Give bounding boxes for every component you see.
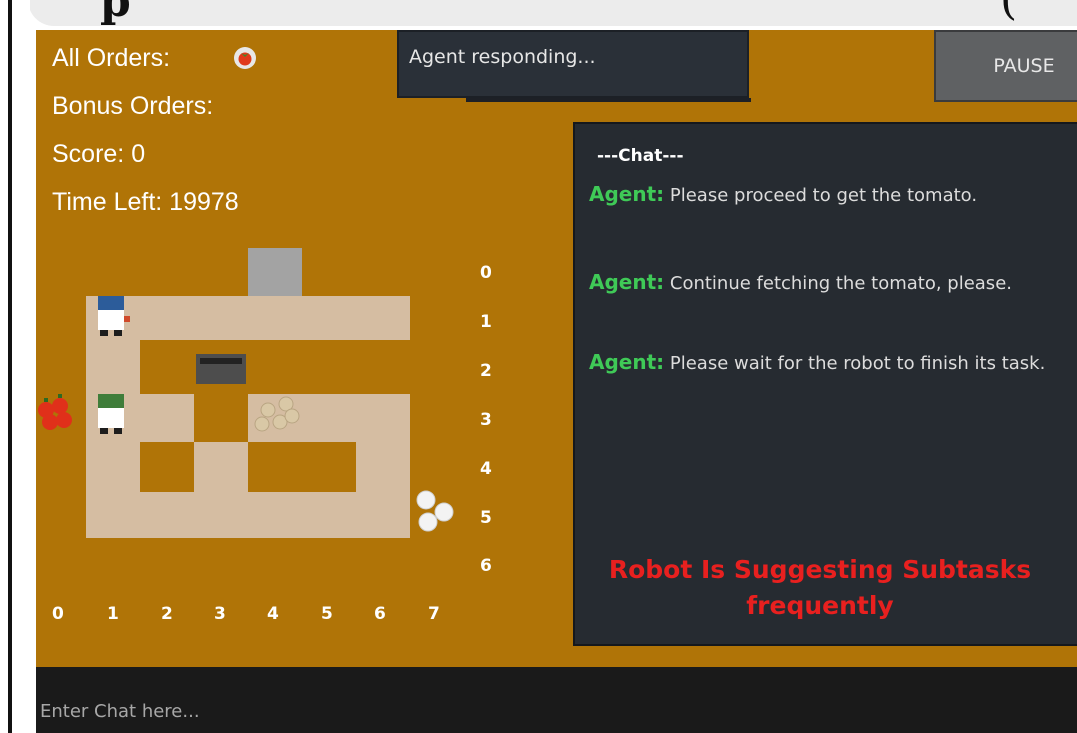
bonus-orders-label: Bonus Orders:: [52, 92, 214, 120]
chat-input-bar: [36, 667, 1077, 733]
all-orders-label: All Orders:: [52, 44, 171, 72]
chat-panel: ---Chat--- Agent: Please proceed to get …: [573, 122, 1077, 646]
slide-title-band: [28, 0, 1077, 26]
row-label: 2: [480, 361, 492, 381]
chef-green-hat: [98, 394, 124, 434]
tomato-crate: [38, 394, 72, 430]
row-label: 3: [480, 410, 492, 430]
col-label: 6: [374, 604, 386, 624]
slide-left-rule: [8, 0, 12, 733]
row-label: 5: [480, 508, 492, 528]
chat-text: Please wait for the robot to finish its …: [664, 353, 1046, 374]
chat-text: Continue fetching the tomato, please.: [664, 273, 1012, 294]
chat-message: Agent: Please proceed to get the tomato.: [589, 176, 1069, 214]
col-label: 5: [321, 604, 333, 624]
chat-sender: Agent:: [589, 270, 665, 294]
col-label: 2: [161, 604, 173, 624]
plates: [416, 490, 454, 532]
chat-sender: Agent:: [589, 182, 665, 206]
slide-left-frame: [0, 0, 30, 733]
chat-message: Agent: Please wait for the robot to fini…: [589, 344, 1069, 382]
game-window: All Orders: Bonus Orders: Score: 0 Time …: [36, 30, 1077, 733]
col-label: 3: [214, 604, 226, 624]
kitchen-grid: [38, 248, 454, 538]
row-label: 4: [480, 459, 492, 479]
time-left-label: Time Left: 19978: [52, 188, 239, 216]
chat-text: Please proceed to get the tomato.: [664, 185, 978, 206]
agent-status-box: Agent responding...: [397, 30, 749, 98]
score-label: Score: 0: [52, 140, 146, 168]
robot-suggestion-warning: Robot Is Suggesting Subtasks frequently: [608, 555, 1032, 620]
row-label: 6: [480, 556, 492, 576]
col-label: 4: [267, 604, 279, 624]
slide-top-strip: p (: [0, 0, 1077, 30]
col-label: 0: [52, 604, 64, 624]
chat-message: Agent: Continue fetching the tomato, ple…: [589, 264, 1069, 302]
chat-sender: Agent:: [589, 350, 665, 374]
status-box-shadow: [466, 98, 751, 102]
chat-input[interactable]: [36, 667, 1077, 733]
kitchen-floor: [86, 296, 410, 538]
chat-title: ---Chat---: [597, 146, 684, 166]
pause-button[interactable]: PAUSE: [934, 30, 1077, 102]
agent-status-text: Agent responding...: [409, 46, 596, 68]
slide-title-fragment-right: (: [1000, 0, 1017, 25]
row-label: 0: [480, 263, 492, 283]
cooking-pot: [196, 354, 246, 384]
tomato-order-icon: [234, 47, 256, 69]
col-label: 1: [107, 604, 119, 624]
row-label: 1: [480, 312, 492, 332]
serving-counter: [248, 248, 302, 296]
slide-title-fragment: p: [100, 0, 133, 27]
col-label: 7: [428, 604, 440, 624]
